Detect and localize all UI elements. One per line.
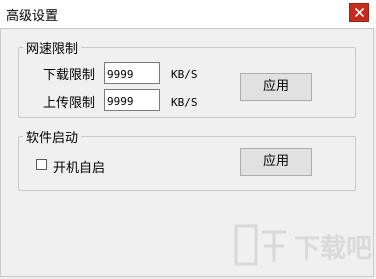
watermark: 下载吧 xyxy=(232,218,372,276)
upload-unit-label: KB/S xyxy=(171,96,198,109)
startup-apply-button[interactable]: 应用 xyxy=(240,148,312,176)
title-bar: 高级设置 xyxy=(0,0,376,28)
autostart-checkbox[interactable] xyxy=(36,159,47,170)
download-unit-label: KB/S xyxy=(171,68,198,81)
speed-limit-legend: 网速限制 xyxy=(23,38,82,57)
close-button[interactable] xyxy=(349,3,369,22)
startup-legend: 软件启动 xyxy=(23,127,82,146)
download-limit-input[interactable] xyxy=(104,62,160,84)
upload-limit-input[interactable] xyxy=(104,89,160,111)
download-limit-label: 下载限制 xyxy=(43,68,96,83)
autostart-label[interactable]: 开机自启 xyxy=(53,157,105,176)
upload-limit-label: 上传限制 xyxy=(43,96,96,111)
speed-apply-button[interactable]: 应用 xyxy=(240,73,312,101)
close-icon xyxy=(355,8,364,17)
window-title: 高级设置 xyxy=(6,9,59,24)
watermark-text: 下载吧 xyxy=(294,234,373,264)
download-watermark-logo xyxy=(234,224,286,266)
